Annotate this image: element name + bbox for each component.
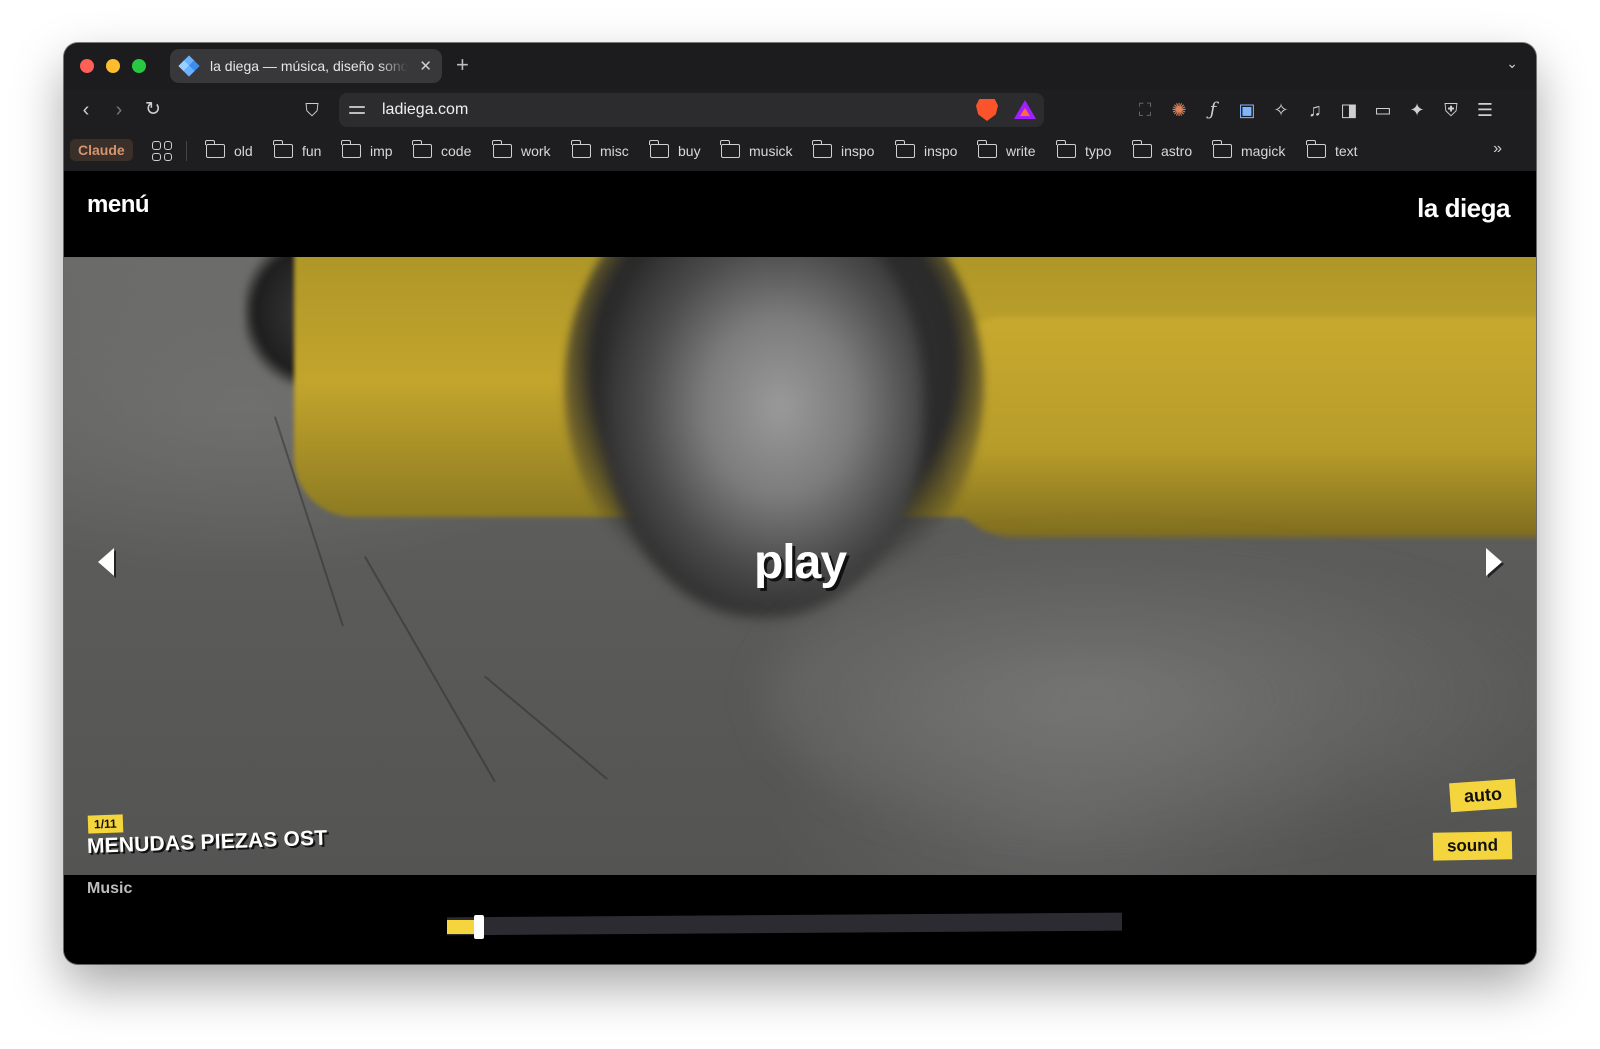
tab-strip: la diega — música, diseño sonoro ✕ + ⌄ [64, 43, 1536, 89]
bookmark-folder-buy[interactable]: buy [649, 140, 701, 162]
folder-icon [492, 140, 512, 158]
bookmark-label: musick [749, 143, 793, 159]
asphalt-crack [484, 675, 608, 780]
folder-icon [812, 140, 832, 158]
web-page: menú la diega play 1/11 MENUDAS PIEZAS O… [64, 171, 1536, 964]
folder-icon [1212, 140, 1232, 158]
bookmark-label: inspo [841, 143, 875, 159]
brave-rewards-icon[interactable] [1014, 100, 1036, 119]
folder-icon [895, 140, 915, 158]
reload-icon[interactable]: ↻ [141, 98, 165, 122]
sidebar-icon[interactable]: ◨ [1338, 99, 1360, 121]
folder-icon [977, 140, 997, 158]
close-window-button[interactable] [80, 59, 94, 73]
bookmark-label: magick [1241, 143, 1286, 159]
active-tab[interactable]: la diega — música, diseño sonoro ✕ [170, 49, 442, 83]
claude-extension-icon[interactable]: ✺ [1168, 99, 1190, 121]
bookmark-folder-typo[interactable]: typo [1056, 140, 1112, 162]
music-icon[interactable]: ♫ [1304, 99, 1326, 121]
screenshot-icon[interactable]: ⛶ [1134, 99, 1156, 121]
bookmark-folder-fun[interactable]: fun [273, 140, 322, 162]
folder-icon [341, 140, 361, 158]
url-text[interactable]: ladiega.com [382, 101, 468, 119]
address-bar[interactable]: ladiega.com [339, 93, 1044, 127]
bookmark-folder-text[interactable]: text [1306, 140, 1358, 162]
bookmark-label: buy [678, 143, 701, 159]
bookmarks-separator [186, 141, 187, 161]
hamburger-menu-icon[interactable]: ☰ [1474, 99, 1496, 121]
slide-counter: 1/11 [87, 814, 124, 834]
bookmark-label: typo [1085, 143, 1112, 159]
video-frame-car-sill [944, 317, 1536, 537]
bookmark-folder-magick[interactable]: magick [1212, 140, 1286, 162]
bookmark-label: imp [370, 143, 393, 159]
folder-icon [1056, 140, 1076, 158]
puzzle-icon[interactable]: ✧ [1270, 99, 1292, 121]
bookmark-folder-astro[interactable]: astro [1132, 140, 1193, 162]
progress-fill [447, 920, 474, 934]
leo-ai-icon[interactable]: ✦ [1406, 99, 1428, 121]
sound-button[interactable]: sound [1432, 831, 1513, 861]
folder-icon [273, 140, 293, 158]
bookmark-label: old [234, 143, 253, 159]
bookmark-label: work [521, 143, 551, 159]
extension-icon[interactable]: ▣ [1236, 99, 1258, 121]
folder-icon [571, 140, 591, 158]
bookmark-folder-inspo-2[interactable]: inspo [895, 140, 958, 162]
close-tab-icon[interactable]: ✕ [419, 57, 432, 75]
browser-window: la diega — música, diseño sonoro ✕ + ⌄ ‹… [64, 43, 1536, 964]
play-button[interactable]: play [64, 535, 1536, 590]
menu-link[interactable]: menú [87, 191, 150, 219]
maximize-window-button[interactable] [132, 59, 146, 73]
tab-list-chevron-icon[interactable]: ⌄ [1506, 55, 1518, 72]
folder-icon [1132, 140, 1152, 158]
bookmark-label: misc [600, 143, 629, 159]
bookmark-folder-work[interactable]: work [492, 140, 551, 162]
wallet-icon[interactable]: ▭ [1372, 99, 1394, 121]
progress-handle[interactable] [474, 915, 484, 939]
folder-icon [205, 140, 225, 158]
bookmark-claude[interactable]: Claude [70, 139, 133, 161]
diamond-favicon-icon [178, 55, 200, 77]
forward-arrow-icon[interactable]: › [107, 98, 131, 122]
bookmarks-bar: Claude old fun imp code work misc buy mu… [64, 131, 1536, 171]
vpn-shield-icon[interactable]: ⛨ [1440, 99, 1462, 121]
new-tab-button[interactable]: + [456, 53, 469, 77]
progress-bar[interactable] [446, 911, 1123, 941]
tab-title: la diega — música, diseño sonoro [210, 58, 408, 74]
project-category: Music [87, 880, 133, 897]
bookmark-label: inspo [924, 143, 958, 159]
bookmark-label: code [441, 143, 472, 159]
font-finder-icon[interactable]: ƒ [1202, 99, 1224, 121]
brave-shields-icon[interactable] [976, 99, 998, 121]
bookmark-folder-inspo[interactable]: inspo [812, 140, 875, 162]
bookmark-label: astro [1161, 143, 1193, 159]
folder-icon [720, 140, 740, 158]
bookmark-icon[interactable]: ⛉ [300, 98, 324, 122]
folder-icon [412, 140, 432, 158]
bookmark-label: write [1006, 143, 1036, 159]
bookmark-folder-imp[interactable]: imp [341, 140, 393, 162]
bookmark-folder-old[interactable]: old [205, 140, 253, 162]
back-arrow-icon[interactable]: ‹ [74, 98, 98, 122]
auto-button[interactable]: auto [1449, 778, 1517, 813]
bookmark-label: text [1335, 143, 1358, 159]
progress-track [446, 912, 1123, 936]
bookmark-folder-musick[interactable]: musick [720, 140, 793, 162]
bookmark-folder-write[interactable]: write [977, 140, 1036, 162]
site-logo[interactable]: la diega [1417, 193, 1510, 224]
toolbar: ‹ › ↻ ⛉ ladiega.com ⛶ ✺ ƒ ▣ ✧ ♫ ◨ ▭ ✦ ⛨ … [64, 89, 1536, 131]
site-settings-icon[interactable] [349, 102, 365, 118]
folder-icon [649, 140, 669, 158]
video-player[interactable]: play 1/11 MENUDAS PIEZAS OST auto sound [64, 257, 1536, 875]
minimize-window-button[interactable] [106, 59, 120, 73]
bookmark-folder-code[interactable]: code [412, 140, 472, 162]
bookmark-label: fun [302, 143, 322, 159]
apps-grid-icon[interactable] [152, 141, 172, 161]
bookmarks-overflow-icon[interactable]: » [1493, 140, 1502, 158]
bookmark-folder-misc[interactable]: misc [571, 140, 629, 162]
folder-icon [1306, 140, 1326, 158]
